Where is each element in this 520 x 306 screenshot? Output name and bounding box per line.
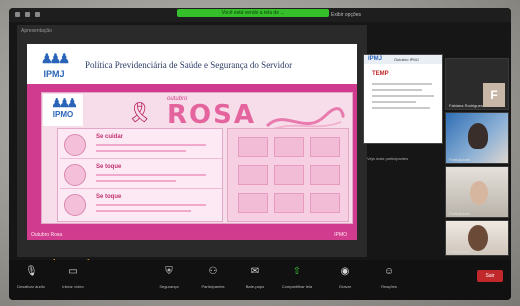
illustration-cell xyxy=(310,137,340,157)
info-icon[interactable] xyxy=(25,12,30,17)
illustration-cell xyxy=(238,165,268,185)
share-screen-button[interactable]: ⇧ Compartilhar tela xyxy=(277,266,317,289)
pink-ribbon-icon: 🎗 xyxy=(127,102,153,124)
participant-video xyxy=(468,225,488,251)
thumbnail-title: Outubro IPMJ xyxy=(394,57,419,62)
gallery-label[interactable]: Veja mais participantes xyxy=(367,156,408,161)
people-icon: ♟♟♟ xyxy=(41,51,70,66)
participant-name: Participante xyxy=(449,249,471,254)
info-table: Se cuidar Se toque Se toque xyxy=(57,128,223,222)
chat-icon: ✉ xyxy=(250,266,260,277)
reactions-button[interactable]: ☺ Reações xyxy=(369,266,409,289)
participant-name: Participante xyxy=(449,211,471,216)
close-icon[interactable] xyxy=(15,12,20,17)
list-item: Se cuidar xyxy=(60,131,222,159)
participant-video xyxy=(470,181,488,205)
security-icon: ⛨ xyxy=(165,266,173,277)
list-item: Se toque xyxy=(60,161,222,189)
mic-icon: 🎙 xyxy=(25,266,38,277)
reactions-icon: ☺ xyxy=(383,266,395,277)
people-icon: ♟♟♟ xyxy=(51,96,77,110)
illustration-cell xyxy=(274,137,304,157)
illustration-cell xyxy=(310,165,340,185)
row-heading: Se cuidar xyxy=(96,134,124,140)
text-line xyxy=(96,204,206,206)
illustration-cell xyxy=(310,193,340,213)
text-line xyxy=(96,180,176,182)
avatar: F xyxy=(483,83,505,107)
slide-footer: Outubro Rosa IPMO xyxy=(27,231,357,240)
record-button[interactable]: ◉ Gravar xyxy=(325,266,365,289)
participant-tile[interactable]: Participante xyxy=(445,112,509,164)
row-heading: Se toque xyxy=(96,164,122,170)
shield-icon[interactable] xyxy=(35,12,40,17)
self-exam-icon xyxy=(64,194,86,216)
share-screen-icon: ⇧ xyxy=(292,266,302,277)
text-line xyxy=(372,107,430,109)
view-options-link[interactable]: Exibir opções xyxy=(331,12,361,18)
illustration-cell xyxy=(274,165,304,185)
sharing-banner[interactable]: Você está vendo a tela de ... xyxy=(177,9,329,17)
participant-tile[interactable]: Participante xyxy=(445,220,509,256)
text-line xyxy=(372,95,434,97)
mute-button[interactable]: 🎙 Desativar áudio xyxy=(11,266,51,289)
text-line xyxy=(96,144,206,146)
participant-video xyxy=(468,123,488,149)
partner-logo: TEMP xyxy=(372,71,389,77)
institution-logo: ♟♟♟ IPMJ xyxy=(41,51,70,80)
illustration-cell xyxy=(238,193,268,213)
list-item: Se toque xyxy=(60,191,222,219)
zoom-window: Você está vendo a tela de ... Exibir opç… xyxy=(9,8,511,300)
meeting-toolbar: 🎙 Desativar áudio ▭ Iniciar vídeo ⛨ Segu… xyxy=(9,260,511,300)
presentation-slide: ♟♟♟ IPMJ Política Previdenciária de Saúd… xyxy=(27,44,357,240)
leave-button[interactable]: Sair xyxy=(477,270,503,282)
thumbnail-logo: IPMJ xyxy=(368,56,383,62)
slide-title: Política Previdenciária de Saúde e Segur… xyxy=(85,60,293,70)
campaign-title: ROSA xyxy=(167,100,256,130)
participants-icon: ⚇ xyxy=(208,266,218,277)
participant-tile[interactable]: Participante xyxy=(445,166,509,218)
chat-button[interactable]: ✉ Bate-papo xyxy=(235,266,275,289)
share-label: Apresentação xyxy=(21,28,52,34)
text-line xyxy=(96,210,191,212)
participant-name: Participante xyxy=(449,157,471,162)
self-exam-icon xyxy=(64,134,86,156)
illustration-cell xyxy=(238,137,268,157)
title-bar: Você está vendo a tela de ... Exibir opç… xyxy=(9,8,511,22)
text-line xyxy=(372,101,416,103)
illustration-grid xyxy=(227,128,349,222)
participants-button[interactable]: ⚇ Participantes xyxy=(193,266,233,289)
text-line xyxy=(96,174,206,176)
record-icon: ◉ xyxy=(340,266,350,277)
thumbnail-header: IPMJ Outubro IPMJ xyxy=(364,55,442,64)
text-line xyxy=(372,89,422,91)
row-heading: Se toque xyxy=(96,194,122,200)
security-button[interactable]: ⛨ Segurança xyxy=(149,266,189,289)
text-line xyxy=(96,150,186,152)
participant-name: Fabiana Rodrigues xyxy=(449,103,483,108)
illustration-cell xyxy=(274,193,304,213)
text-line xyxy=(372,83,432,85)
video-button[interactable]: ▭ Iniciar vídeo xyxy=(53,266,93,289)
shared-slide-thumbnail[interactable]: IPMJ Outubro IPMJ TEMP xyxy=(363,54,443,144)
camera-icon: ▭ xyxy=(68,266,78,277)
self-exam-icon xyxy=(64,164,86,186)
shared-screen: Apresentação ♟♟♟ IPMJ Política Previdenc… xyxy=(17,25,367,269)
ipmo-badge: ♟♟♟ IPMO xyxy=(43,94,83,126)
window-controls xyxy=(15,12,40,17)
